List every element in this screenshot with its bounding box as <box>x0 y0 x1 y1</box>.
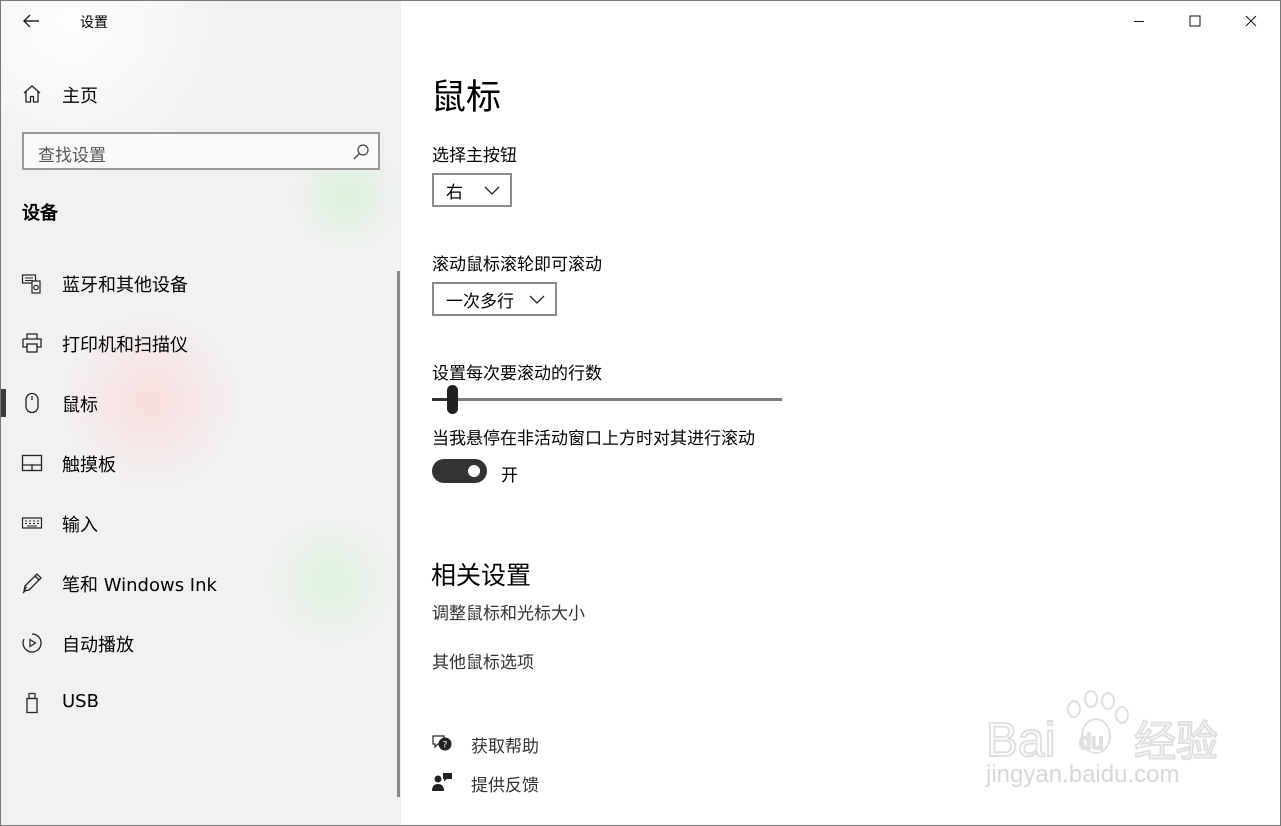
sidebar-item-label: 蓝牙和其他设备 <box>62 275 188 296</box>
touchpad-icon <box>21 454 43 472</box>
sidebar-item-printers[interactable]: 打印机和扫描仪 <box>1 319 397 367</box>
sidebar-item-bluetooth[interactable]: 蓝牙和其他设备 <box>1 259 397 307</box>
sidebar-item-label: 打印机和扫描仪 <box>62 335 188 356</box>
sidebar-item-label: USB <box>62 691 99 712</box>
close-icon <box>1245 15 1257 27</box>
svg-text:?: ? <box>443 741 448 751</box>
printer-icon <box>22 333 42 353</box>
sidebar-item-label: 主页 <box>62 86 98 107</box>
maximize-button[interactable] <box>1167 1 1223 41</box>
scroll-lines-slider-track[interactable] <box>432 398 782 401</box>
keyboard-icon <box>21 517 43 529</box>
chevron-down-icon <box>484 186 500 195</box>
sidebar-item-typing[interactable]: 输入 <box>1 499 397 547</box>
page-title: 鼠标 <box>431 78 502 118</box>
sidebar-item-label: 笔和 Windows Ink <box>62 575 217 596</box>
back-arrow-icon <box>23 14 39 28</box>
additional-mouse-options-link[interactable]: 其他鼠标选项 <box>432 648 534 673</box>
scroll-mode-label: 滚动鼠标滚轮即可滚动 <box>432 255 602 275</box>
inactive-scroll-label: 当我悬停在非活动窗口上方时对其进行滚动 <box>432 429 755 449</box>
svg-text:Bai: Bai <box>986 714 1055 767</box>
adjust-cursor-size-link[interactable]: 调整鼠标和光标大小 <box>432 599 585 624</box>
feedback-icon <box>432 773 452 791</box>
scroll-mode-dropdown[interactable]: 一次多行 <box>432 282 557 316</box>
section-title: 设备 <box>22 203 58 224</box>
toggle-state-label: 开 <box>501 466 518 486</box>
minimize-button[interactable] <box>1111 1 1167 41</box>
sidebar-item-mouse[interactable]: 鼠标 <box>1 379 397 427</box>
help-chat-icon: ? <box>432 735 452 751</box>
sidebar-item-usb[interactable]: USB <box>1 679 397 727</box>
usb-icon <box>26 692 38 714</box>
primary-button-dropdown[interactable]: 右 <box>432 173 512 207</box>
close-button[interactable] <box>1223 1 1279 41</box>
minimize-icon <box>1134 21 1144 22</box>
inactive-scroll-toggle[interactable] <box>432 459 487 483</box>
primary-button-label: 选择主按钮 <box>432 146 517 166</box>
app-title: 设置 <box>80 15 108 31</box>
search-input[interactable]: 查找设置 <box>22 132 380 170</box>
mouse-icon <box>25 392 39 414</box>
selection-indicator <box>1 389 6 417</box>
scroll-lines-label: 设置每次要滚动的行数 <box>432 364 602 384</box>
scroll-lines-slider-thumb[interactable] <box>447 385 459 414</box>
svg-text:经验: 经验 <box>1134 717 1218 766</box>
settings-window: 设置 主页 查找设置 设备 蓝牙和其他设备 打印机和扫描仪 鼠标 触摸板 输入 … <box>0 0 1281 826</box>
sidebar-item-label: 触摸板 <box>62 455 116 476</box>
feedback-label: 提供反馈 <box>471 776 539 796</box>
maximize-icon <box>1189 15 1201 27</box>
watermark-url: jingyan.baidu.com <box>986 761 1180 788</box>
sidebar-item-home[interactable]: 主页 <box>1 73 401 113</box>
home-icon <box>23 85 41 103</box>
sidebar-item-touchpad[interactable]: 触摸板 <box>1 439 397 487</box>
sidebar-scrollbar[interactable] <box>397 271 400 797</box>
sidebar: 设置 主页 查找设置 设备 蓝牙和其他设备 打印机和扫描仪 鼠标 触摸板 输入 … <box>1 1 401 825</box>
search-placeholder: 查找设置 <box>38 146 106 166</box>
related-settings-title: 相关设置 <box>431 561 532 590</box>
back-button[interactable] <box>15 7 47 35</box>
bluetooth-devices-icon <box>21 274 41 294</box>
svg-text:du: du <box>1079 729 1103 754</box>
dropdown-value: 右 <box>446 182 463 203</box>
toggle-knob <box>468 465 480 477</box>
sidebar-item-autoplay[interactable]: 自动播放 <box>1 619 397 667</box>
chevron-down-icon <box>529 295 545 304</box>
sidebar-item-pen[interactable]: 笔和 Windows Ink <box>1 559 397 607</box>
sidebar-item-label: 输入 <box>62 515 98 536</box>
dropdown-value: 一次多行 <box>446 291 514 312</box>
sidebar-item-label: 自动播放 <box>62 635 134 656</box>
search-icon[interactable] <box>352 143 370 161</box>
pen-icon <box>22 573 42 594</box>
get-help-label: 获取帮助 <box>471 737 539 757</box>
autoplay-icon <box>22 633 42 653</box>
sidebar-item-label: 鼠标 <box>62 395 98 416</box>
